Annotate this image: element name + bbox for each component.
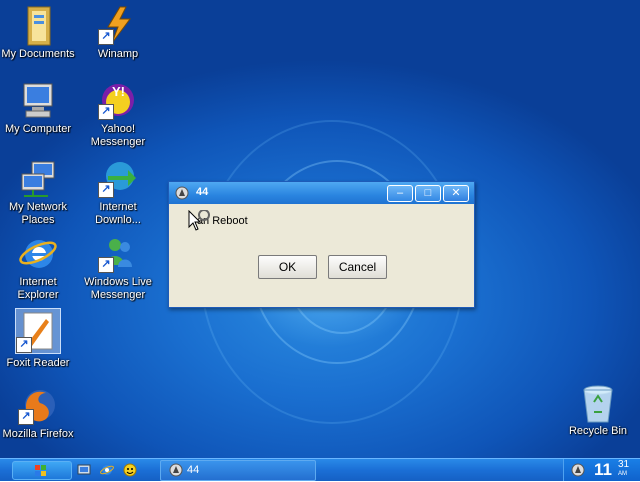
clock-ampm: AM: [618, 471, 627, 477]
tray-app-icon[interactable]: [571, 463, 585, 477]
maximize-button[interactable]: □: [415, 185, 441, 202]
start-button[interactable]: [12, 461, 72, 480]
clock-hour[interactable]: 11: [594, 460, 612, 480]
ok-button[interactable]: OK: [258, 255, 317, 279]
dialog-window: 44 – □ ✕ Can Reboot OK Cancel: [168, 181, 475, 308]
shortcut-arrow-icon: ↗: [16, 337, 32, 353]
desktop-icon-my-documents[interactable]: My Documents: [0, 5, 76, 61]
dialog-titlebar[interactable]: 44 – □ ✕: [169, 182, 474, 204]
windows-live-messenger-icon: ↗: [98, 233, 138, 273]
busy-cursor-icon: [188, 210, 210, 231]
windows-logo-icon: [35, 465, 46, 476]
desktop-icon-recycle-bin[interactable]: Recycle Bin: [560, 382, 636, 438]
shortcut-arrow-icon: ↗: [98, 104, 114, 120]
desktop-icon-label: Internet Downlo...: [95, 201, 141, 226]
desktop-icon-internet-explorer[interactable]: Internet Explorer: [0, 233, 76, 302]
desktop-icon-label: Yahoo! Messenger: [90, 123, 146, 148]
internet-explorer-icon: [18, 233, 58, 273]
app-icon: [169, 463, 183, 477]
shortcut-arrow-icon: ↗: [98, 182, 114, 198]
desktop-icon-windows-live-messenger[interactable]: ↗ Windows Live Messenger: [80, 233, 156, 302]
taskbar: 44 11 31 AM: [0, 458, 640, 481]
shortcut-arrow-icon: ↗: [98, 257, 114, 273]
network-icon: [18, 158, 58, 198]
yahoo-messenger-icon: Y! ↗: [98, 80, 138, 120]
recycle-bin-icon: [578, 382, 618, 423]
folder-documents-icon: [18, 5, 58, 46]
desktop-icon-label: Windows Live Messenger: [84, 276, 152, 301]
computer-icon: [18, 80, 58, 120]
shortcut-arrow-icon: ↗: [18, 409, 34, 425]
taskbar-item-label: 44: [187, 464, 200, 476]
firefox-icon: ↗: [18, 385, 58, 425]
desktop-icon-label: My Computer: [4, 123, 72, 135]
desktop-icon-my-network-places[interactable]: My Network Places: [0, 158, 76, 227]
desktop-icon-my-computer[interactable]: My Computer: [0, 80, 76, 136]
cancel-button[interactable]: Cancel: [328, 255, 387, 279]
desktop-icon-foxit-reader[interactable]: ↗ Foxit Reader: [0, 308, 76, 370]
foxit-reader-icon: ↗: [15, 308, 61, 354]
desktop-icon-label: Winamp: [97, 48, 139, 60]
desktop-icon-internet-download-manager[interactable]: ↗ Internet Downlo...: [80, 158, 156, 227]
desktop-icon-yahoo-messenger[interactable]: Y! ↗ Yahoo! Messenger: [80, 80, 156, 149]
internet-download-manager-icon: ↗: [98, 158, 138, 198]
desktop-icon-winamp[interactable]: ↗ Winamp: [80, 5, 156, 61]
dialog-title: 44: [196, 186, 209, 198]
desktop-icon-label: Foxit Reader: [6, 357, 70, 369]
desktop-icon-mozilla-firefox[interactable]: ↗ Mozilla Firefox: [0, 385, 76, 441]
desktop-icon-label: My Network Places: [8, 201, 68, 226]
taskbar-item-44[interactable]: 44: [160, 460, 316, 481]
svg-text:Y!: Y!: [112, 84, 125, 99]
close-button[interactable]: ✕: [443, 185, 469, 202]
internet-explorer-quicklaunch-icon[interactable]: [100, 463, 114, 477]
shortcut-arrow-icon: ↗: [98, 29, 114, 45]
app-icon: [175, 186, 189, 200]
clock-minute: 31: [618, 459, 630, 470]
show-desktop-icon[interactable]: [77, 463, 91, 477]
desktop-icon-label: Recycle Bin: [568, 425, 628, 437]
winamp-icon: ↗: [98, 5, 138, 45]
yahoo-messenger-quicklaunch-icon[interactable]: [123, 463, 137, 477]
desktop-icon-label: My Documents: [1, 48, 75, 60]
desktop-icon-label: Internet Explorer: [17, 276, 59, 301]
minimize-button[interactable]: –: [387, 185, 413, 202]
desktop-icon-label: Mozilla Firefox: [2, 428, 74, 440]
desktop: My Documents My Computer My Network Plac…: [0, 0, 640, 458]
